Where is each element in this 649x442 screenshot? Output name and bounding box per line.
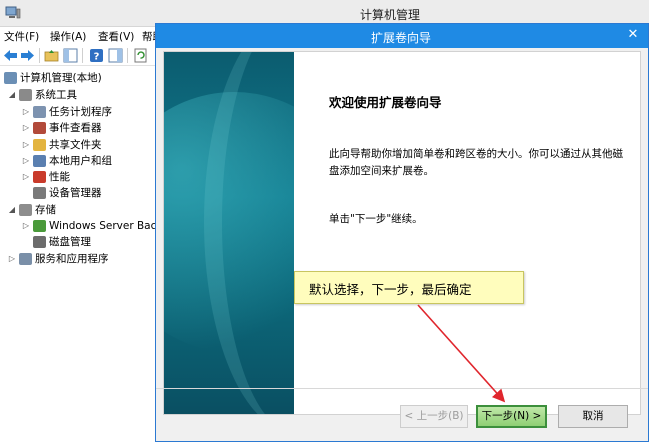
services-icon xyxy=(19,253,32,265)
wizard-next-hint: 单击"下一步"继续。 xyxy=(329,213,423,225)
tree-item-label: 性能 xyxy=(49,171,70,183)
forward-arrow-icon[interactable] xyxy=(20,48,35,63)
tree-item-label: 计算机管理(本地) xyxy=(20,72,102,84)
computer-icon xyxy=(4,72,17,84)
annotation-text: 默认选择，下一步，最后确定 xyxy=(309,282,472,297)
console-tree: 计算机管理(本地) ◢ 系统工具 ▷ 任务计划程序 ▷ 事件查看器 ▷ 共享文件夹 ▷ 本地用户和组… xyxy=(0,67,155,442)
svg-text:?: ? xyxy=(94,52,100,63)
collapsed-arrow-icon[interactable]: ▷ xyxy=(8,251,16,267)
back-button[interactable]: < 上一步(B) xyxy=(400,405,468,428)
footer-divider xyxy=(156,388,648,389)
tree-item-label: 磁盘管理 xyxy=(49,236,91,248)
disk-icon xyxy=(33,236,46,248)
close-icon[interactable]: ✕ xyxy=(626,28,640,42)
tree-item-label: 服务和应用程序 xyxy=(35,253,109,265)
device-manager-icon xyxy=(33,187,46,199)
clock-icon xyxy=(33,106,46,118)
menu-file[interactable]: 文件(F) xyxy=(4,29,39,44)
toolbar-separator xyxy=(39,48,40,63)
dialog-body: 欢迎使用扩展卷向导 此向导帮助你增加简单卷和跨区卷的大小。你可以通过从其他磁盘添… xyxy=(163,51,641,415)
cancel-button[interactable]: 取消 xyxy=(558,405,628,428)
tree-item-label: 任务计划程序 xyxy=(49,106,112,118)
tree-item-label: Windows Server Back xyxy=(49,220,155,232)
collapsed-arrow-icon[interactable]: ▷ xyxy=(22,153,30,169)
extend-volume-wizard-dialog: 扩展卷向导 ✕ 欢迎使用扩展卷向导 此向导帮助你增加简单卷和跨区卷的大小。你可以… xyxy=(155,23,649,442)
refresh-icon[interactable] xyxy=(133,48,148,63)
tree-item-label: 存储 xyxy=(35,204,56,216)
tree-item-label: 本地用户和组 xyxy=(49,155,112,167)
users-icon xyxy=(33,155,46,167)
tree-item-label: 共享文件夹 xyxy=(49,139,102,151)
tree-item-label: 事件查看器 xyxy=(49,122,102,134)
toolbar: ? xyxy=(0,44,160,66)
toolbar-separator xyxy=(82,48,83,63)
wizard-banner-image xyxy=(164,52,294,414)
event-viewer-icon xyxy=(33,122,46,134)
tools-icon xyxy=(19,89,32,101)
up-folder-icon[interactable] xyxy=(44,48,59,63)
expanded-arrow-icon[interactable]: ◢ xyxy=(8,87,16,103)
backup-icon xyxy=(33,220,46,232)
shared-folder-icon xyxy=(33,139,46,151)
collapsed-arrow-icon[interactable]: ▷ xyxy=(22,104,30,120)
collapsed-arrow-icon[interactable]: ▷ xyxy=(22,218,30,234)
expanded-arrow-icon[interactable]: ◢ xyxy=(8,202,16,218)
tree-item-label: 设备管理器 xyxy=(49,187,102,199)
performance-icon xyxy=(33,171,46,183)
storage-icon xyxy=(19,204,32,216)
wizard-intro-text: 此向导帮助你增加简单卷和跨区卷的大小。你可以通过从其他磁盘添加空间来扩展卷。 xyxy=(329,148,623,177)
next-button[interactable]: 下一步(N) > xyxy=(476,405,547,428)
show-hide-tree-icon[interactable] xyxy=(63,48,78,63)
toolbar-separator xyxy=(127,48,128,63)
dialog-title: 扩展卷向导 xyxy=(370,31,431,45)
collapsed-arrow-icon[interactable]: ▷ xyxy=(22,120,30,136)
dialog-titlebar: 扩展卷向导 ✕ xyxy=(156,24,648,48)
menu-action[interactable]: 操作(A) xyxy=(50,29,86,44)
back-arrow-icon[interactable] xyxy=(3,48,18,63)
collapsed-arrow-icon[interactable]: ▷ xyxy=(22,137,30,153)
computer-management-app-icon xyxy=(5,6,21,19)
collapsed-arrow-icon[interactable]: ▷ xyxy=(22,169,30,185)
help-icon[interactable]: ? xyxy=(89,48,104,63)
show-action-pane-icon[interactable] xyxy=(108,48,123,63)
main-window-title: 计算机管理 xyxy=(359,8,420,22)
tree-item-label: 系统工具 xyxy=(35,89,77,101)
wizard-welcome-title: 欢迎使用扩展卷向导 xyxy=(329,95,442,110)
menu-view[interactable]: 查看(V) xyxy=(98,29,134,44)
annotation-callout: 默认选择，下一步，最后确定 xyxy=(294,271,524,304)
